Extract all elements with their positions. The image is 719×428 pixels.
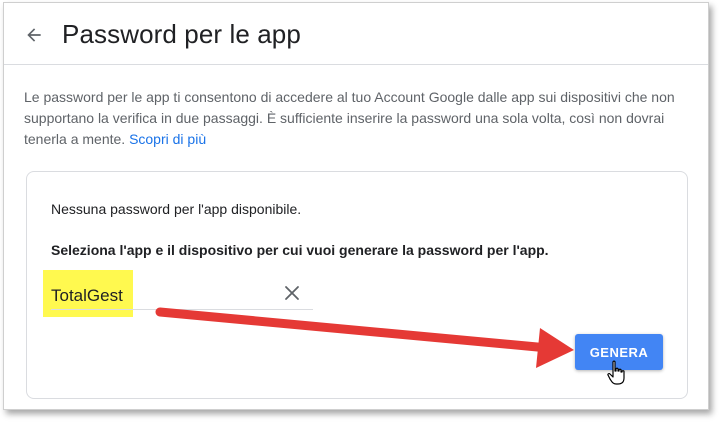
select-app-instruction: Seleziona l'app e il dispositivo per cui… (51, 242, 549, 258)
close-icon (285, 286, 299, 300)
empty-state-message: Nessuna password per l'app disponibile. (51, 201, 302, 217)
clear-button[interactable] (281, 282, 303, 304)
arrow-back-icon (27, 28, 41, 42)
page-description: Le password per le app ti consentono di … (24, 87, 684, 150)
description-text: Le password per le app ti consentono di … (24, 89, 675, 147)
app-name-field[interactable]: TotalGest (51, 270, 313, 310)
back-button[interactable] (18, 19, 50, 51)
app-password-card: Nessuna password per l'app disponibile. … (26, 171, 688, 399)
app-name-value[interactable]: TotalGest (51, 286, 123, 306)
page-header: Password per le app (4, 3, 708, 65)
hand-pointer-icon (607, 360, 625, 385)
app-passwords-page: Password per le app Le password per le a… (3, 2, 709, 410)
page-title: Password per le app (62, 19, 301, 49)
learn-more-link[interactable]: Scopri di più (129, 131, 206, 147)
